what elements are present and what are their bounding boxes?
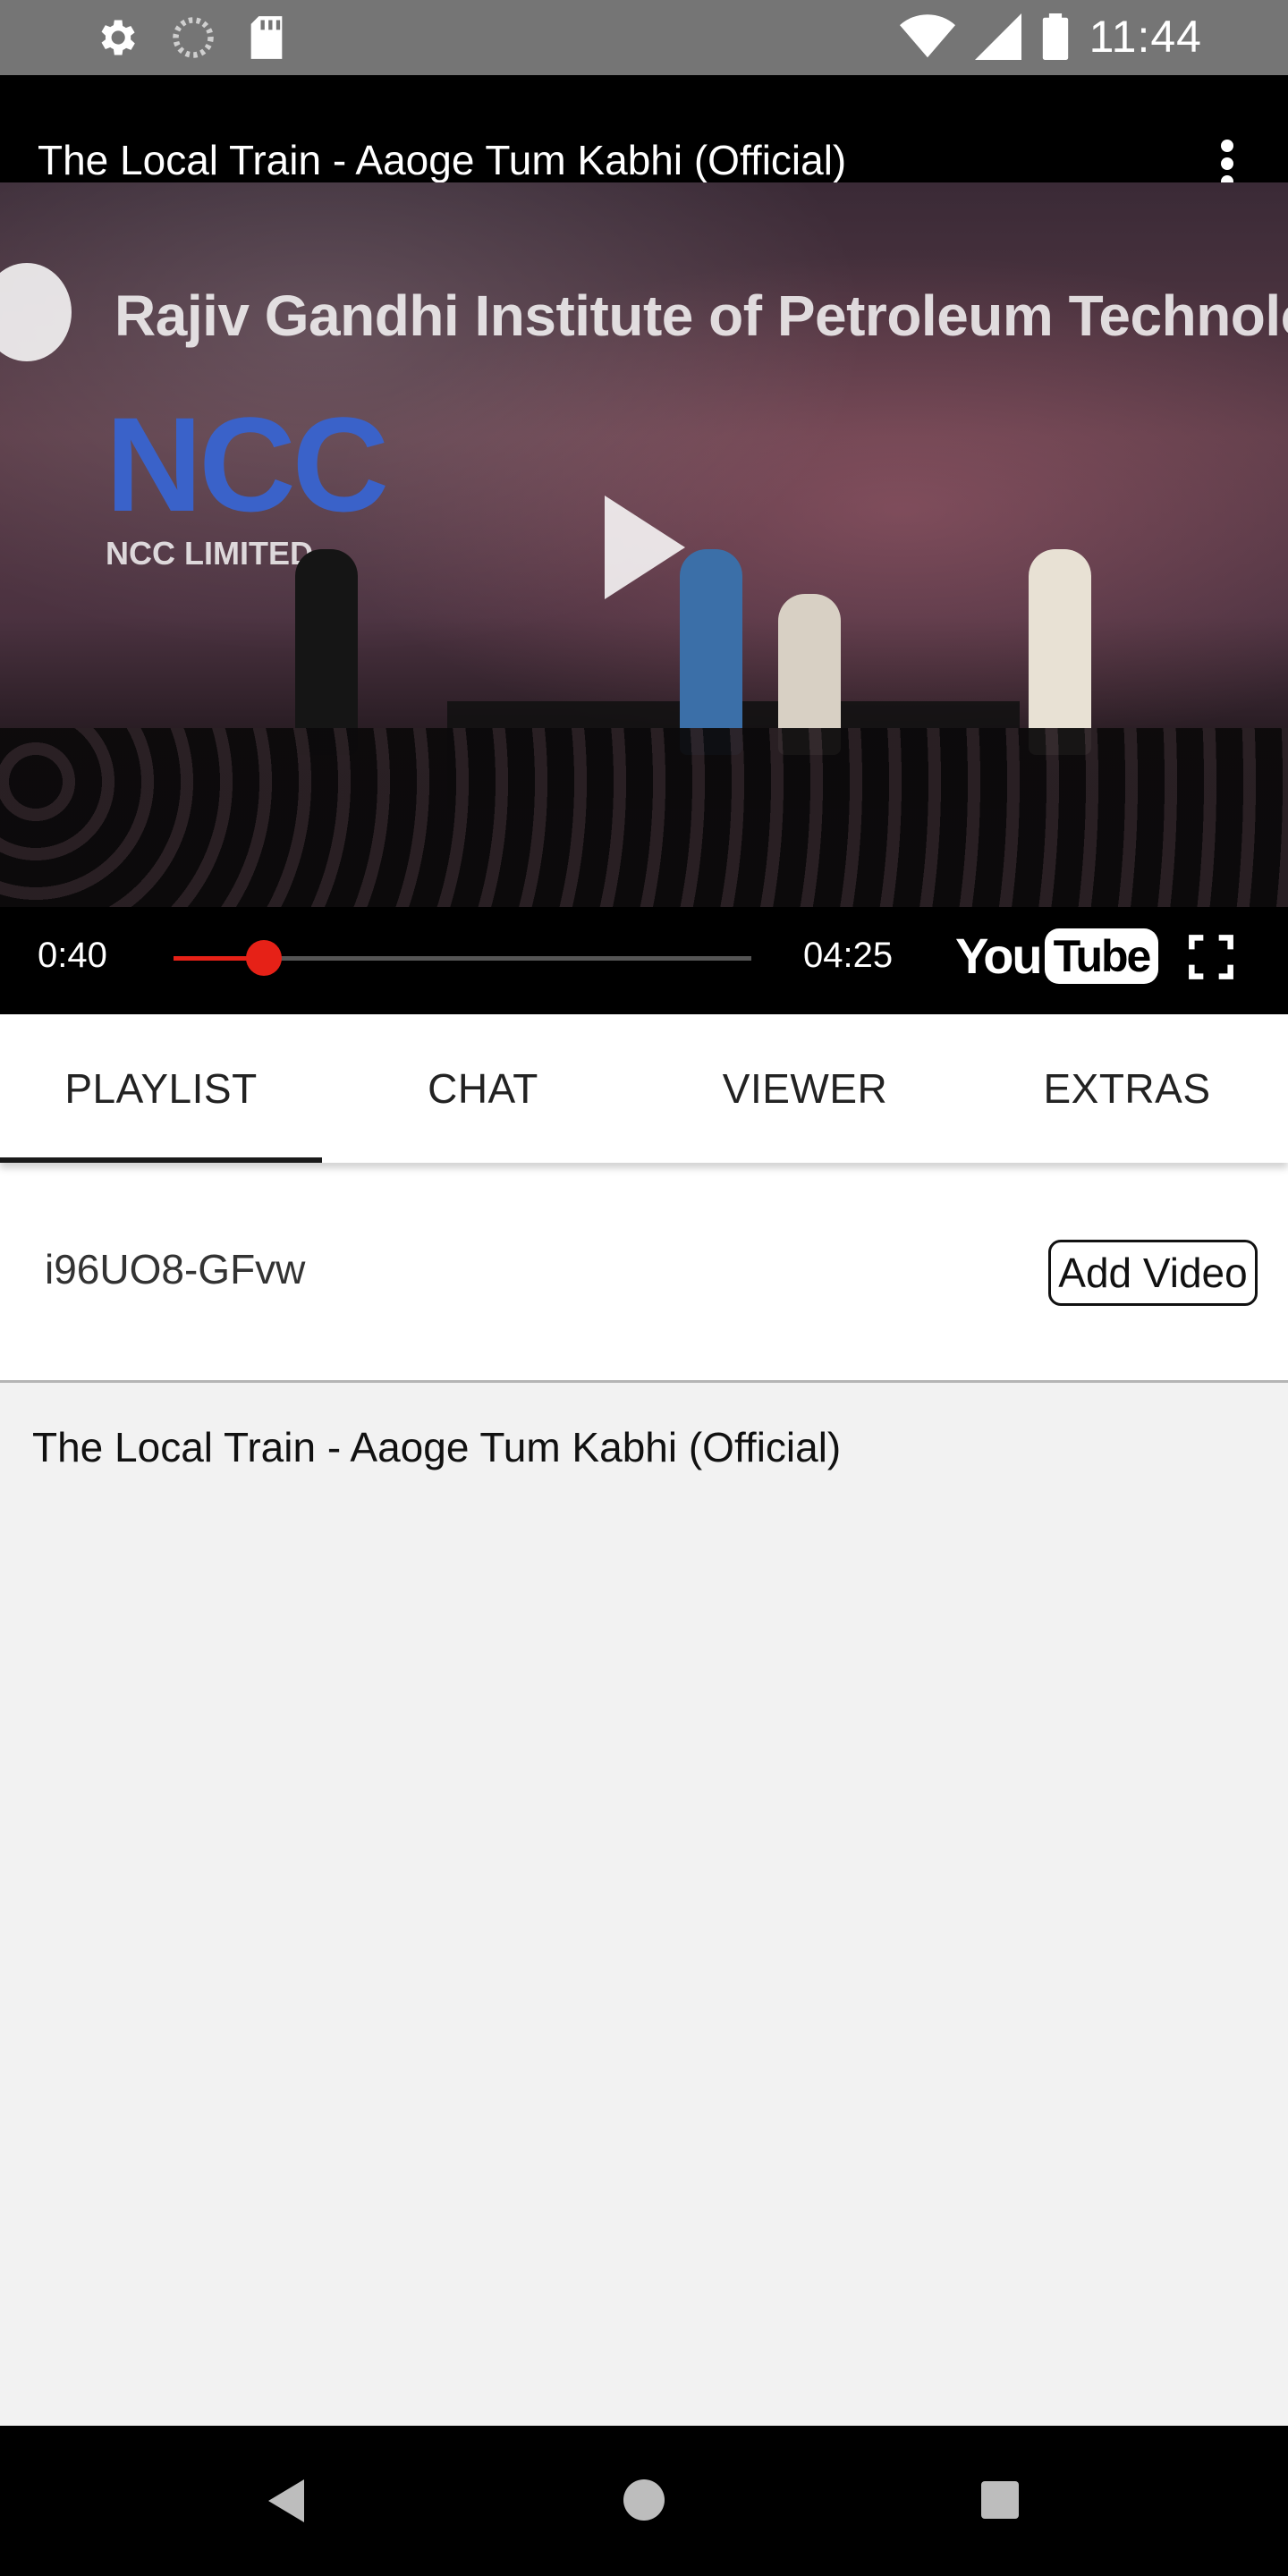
youtube-logo-tube: Tube: [1044, 928, 1159, 984]
sync-icon: [173, 17, 214, 58]
status-bar-left-icons: [93, 14, 286, 61]
video-title: The Local Train - Aaoge Tum Kabhi (Offic…: [38, 137, 847, 183]
video-banner-text: Rajiv Gandhi Institute of Petroleum Tech…: [114, 284, 1288, 348]
total-time: 04:25: [803, 936, 894, 975]
sd-card-icon: [250, 16, 283, 59]
playlist: The Local Train - Aaoge Tum Kabhi (Offic…: [0, 1385, 1288, 2426]
player-controls: 0:40 04:25 You Tube: [0, 907, 1288, 1014]
crowd: [0, 728, 1288, 907]
performer-guitarist: [295, 549, 358, 755]
fullscreen-icon[interactable]: [1188, 934, 1234, 980]
performer-singer: [680, 549, 742, 755]
youtube-logo-you: You: [955, 928, 1043, 984]
video-frame[interactable]: Rajiv Gandhi Institute of Petroleum Tech…: [0, 182, 1288, 907]
add-video-button[interactable]: Add Video: [1048, 1240, 1258, 1306]
play-icon[interactable]: [605, 496, 685, 599]
video-id-input[interactable]: i96UO8-GFvw: [45, 1245, 305, 1293]
status-bar-right-icons: 11:44: [899, 11, 1202, 63]
settings-icon: [101, 20, 135, 55]
tab-playlist[interactable]: PLAYLIST: [0, 1014, 322, 1163]
ncc-logo: NCC NCC LIMITED: [106, 389, 389, 572]
recents-icon[interactable]: [981, 2481, 1019, 2519]
status-bar: 11:44: [0, 0, 1288, 75]
tab-extras[interactable]: EXTRAS: [966, 1014, 1288, 1163]
seek-bar-thumb[interactable]: [246, 940, 283, 976]
institute-logo: [0, 263, 72, 361]
navigation-bar: [0, 2426, 1288, 2576]
tab-bar: PLAYLIST CHAT VIEWER EXTRAS: [0, 1014, 1288, 1163]
wifi-icon: [899, 14, 955, 58]
add-video-row: i96UO8-GFvw Add Video: [0, 1163, 1288, 1383]
back-icon[interactable]: [268, 2479, 304, 2522]
battery-icon: [1042, 13, 1068, 60]
tab-viewer[interactable]: VIEWER: [644, 1014, 966, 1163]
playlist-item[interactable]: The Local Train - Aaoge Tum Kabhi (Offic…: [32, 1423, 841, 1471]
seek-bar[interactable]: [174, 940, 751, 976]
home-icon[interactable]: [623, 2479, 665, 2521]
tab-chat[interactable]: CHAT: [322, 1014, 644, 1163]
ncc-logo-text: NCC: [106, 389, 389, 539]
signal-icon: [974, 13, 1021, 60]
youtube-logo[interactable]: You Tube: [955, 927, 1159, 985]
performer-bassist: [1029, 549, 1091, 755]
current-time: 0:40: [38, 936, 107, 975]
video-player[interactable]: The Local Train - Aaoge Tum Kabhi (Offic…: [0, 75, 1288, 1014]
status-time: 11:44: [1089, 12, 1202, 62]
